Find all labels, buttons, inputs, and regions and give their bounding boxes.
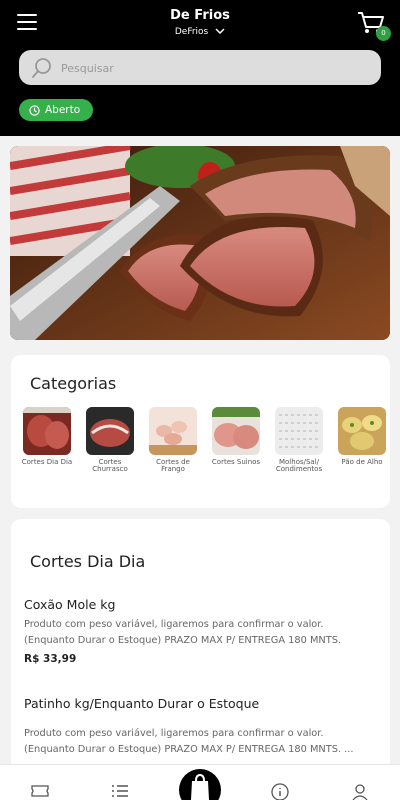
ticket-icon <box>31 785 49 797</box>
bag-icon <box>191 773 209 800</box>
product-description: Produto com peso variável, ligaremos par… <box>24 728 354 755</box>
bag-button[interactable] <box>179 769 221 800</box>
info-icon <box>271 783 289 800</box>
product-description: Produto com peso variável, ligaremos par… <box>24 619 342 646</box>
category-cortes-churrasco[interactable]: Cortes Churrasco <box>82 407 138 474</box>
user-icon <box>352 784 368 800</box>
category-cortes-dia-dia[interactable]: Cortes Dia Dia <box>19 407 75 466</box>
search-icon <box>32 58 51 78</box>
category-label: Molhos/Sal/ Condimentos <box>275 458 323 474</box>
product-name: Patinho kg/Enquanto Durar o Estoque <box>24 696 260 711</box>
nav-profile[interactable] <box>351 783 369 800</box>
category-image <box>338 407 386 455</box>
store-title: De Frios <box>170 8 230 23</box>
categories-list: Cortes Dia Dia Cortes Churrasco Cortes d… <box>19 407 389 497</box>
category-label: Cortes Suinos <box>211 458 261 466</box>
category-cortes-de-frango[interactable]: Cortes de Frango <box>145 407 201 474</box>
category-label: Cortes de Frango <box>156 458 190 474</box>
store-selector[interactable]: DeFrios <box>0 27 400 37</box>
section-title: Cortes Dia Dia <box>30 552 146 571</box>
category-label: Pão de Alho <box>341 458 383 466</box>
category-pao-de-alho[interactable]: Pão de Alho <box>334 407 390 466</box>
category-image <box>212 407 260 455</box>
category-image <box>23 407 71 455</box>
categories-card: Categorias Cortes Dia Dia Cortes Churras… <box>11 355 390 508</box>
search-input[interactable] <box>61 58 361 78</box>
list-icon <box>112 785 128 797</box>
category-label: Cortes Churrasco <box>92 458 128 474</box>
products-card: Cortes Dia Dia Coxão Mole kg Produto com… <box>11 519 390 779</box>
nav-menu[interactable] <box>111 783 129 800</box>
nav-info[interactable] <box>271 783 289 800</box>
search-bar[interactable] <box>19 50 381 85</box>
status-label: Aberto <box>45 104 81 116</box>
category-molhos-sal-condimentos[interactable]: Molhos/Sal/ Condimentos <box>271 407 327 474</box>
category-label: Cortes Dia Dia <box>21 458 73 466</box>
category-image <box>86 407 134 455</box>
categories-title: Categorias <box>30 374 117 393</box>
category-cortes-suinos[interactable]: Cortes Suinos <box>208 407 264 466</box>
category-image <box>275 407 323 455</box>
promo-banner[interactable] <box>10 146 390 340</box>
banner-image <box>10 146 390 340</box>
product-price: R$ 33,99 <box>24 653 77 665</box>
product-item[interactable]: Coxão Mole kg Produto com peso variável,… <box>24 597 374 665</box>
category-image <box>149 407 197 455</box>
chevron-down-icon <box>215 28 225 35</box>
cart-count-badge: 0 <box>376 26 391 41</box>
product-name: Coxão Mole kg <box>24 597 116 612</box>
store-selector-label: DeFrios <box>174 27 209 37</box>
app-header: De Frios DeFrios 0 Aberto <box>0 0 400 136</box>
nav-coupons[interactable] <box>30 783 50 800</box>
product-item[interactable]: Patinho kg/Enquanto Durar o Estoque Prod… <box>24 696 374 757</box>
clock-icon <box>29 104 40 116</box>
status-badge: Aberto <box>19 99 93 121</box>
cart-button[interactable]: 0 <box>357 11 391 41</box>
